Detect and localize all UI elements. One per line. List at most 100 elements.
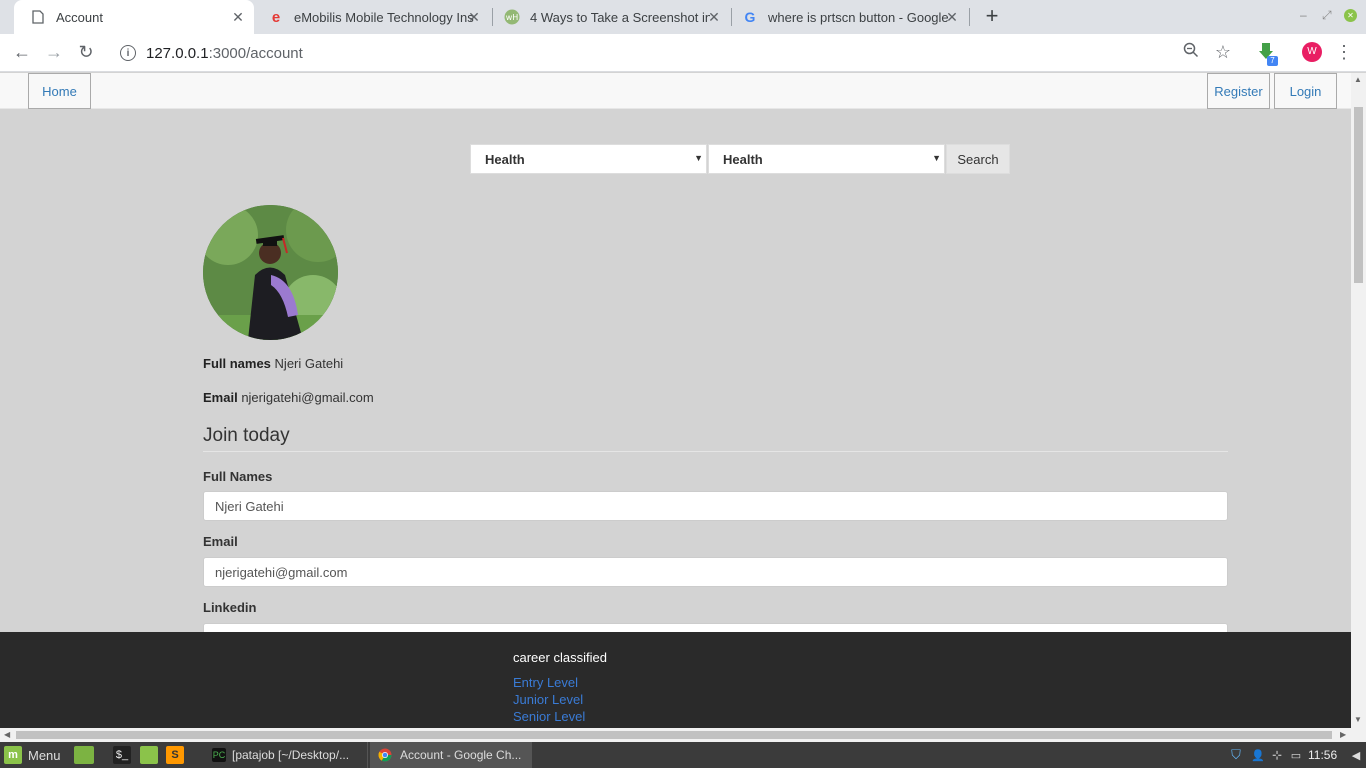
battery-icon: ▭ [1290,749,1302,762]
shield-tray-icon[interactable]: ⛉ [1227,742,1245,768]
google-icon: G [744,9,756,25]
tab-separator [969,8,970,26]
close-icon[interactable]: ✕ [230,9,246,26]
battery-tray-icon[interactable]: ▭ [1287,742,1305,768]
zoom-icon[interactable] [1181,42,1201,64]
forward-arrow-icon[interactable]: → [43,42,65,62]
footer-link-entry[interactable]: Entry Level [513,675,578,690]
email-label: Email [203,390,238,405]
email-value: njerigatehi@gmail.com [241,390,374,405]
close-icon[interactable]: ✕ [706,9,722,26]
menu-dots-icon[interactable]: ⋮ [1334,42,1354,62]
tab-separator [492,8,493,26]
wikihow-icon: wH [504,9,520,25]
taskbar-window-label: [patajob [~/Desktop/... [232,748,350,762]
chevron-down-icon: ▼ [932,153,941,163]
terminal-launcher[interactable]: $_ [113,742,131,768]
email-input[interactable]: njerigatehi@gmail.com [203,557,1228,587]
url-host: 127.0.0.1 [146,44,209,62]
scroll-up-arrow-icon[interactable]: ▲ [1354,75,1362,84]
tab-strip: Account ✕ e eMobilis Mobile Technology I… [0,0,1366,34]
taskbar-clock: 11:56 [1308,748,1338,762]
horizontal-scrollbar[interactable]: ◀ ▶ [0,728,1366,742]
select-value: Health [485,151,525,167]
vertical-scrollbar[interactable]: ▲ ▼ [1351,73,1366,728]
footer-link-junior[interactable]: Junior Level [513,692,583,707]
window-close-icon[interactable]: ✕ [1344,9,1357,22]
menu-label: Menu [28,747,61,763]
page-viewport: Home Register Login Health ▼ Health ▼ Se… [0,73,1351,728]
category-select-1[interactable]: Health ▼ [470,144,707,174]
horizontal-scroll-thumb[interactable] [16,731,1332,739]
back-arrow-icon[interactable]: ← [11,42,33,62]
terminal-icon: $_ [113,746,131,764]
folder-icon [140,746,158,764]
tab-separator [731,8,732,26]
tab-google[interactable]: G where is prtscn button - Google ✕ [734,0,968,34]
chevron-down-icon: ▼ [694,153,703,163]
register-link[interactable]: Register [1207,73,1270,109]
tab-title: where is prtscn button - Google [768,9,948,25]
scroll-left-arrow-icon[interactable]: ◀ [4,730,10,739]
mint-logo-icon: m [4,746,22,764]
tab-account[interactable]: Account ✕ [14,0,254,34]
profile-avatar[interactable]: W [1302,42,1322,62]
close-icon[interactable]: ✕ [944,9,960,26]
os-taskbar: m Menu $_ S PC [patajob [~/Desktop/... A… [0,742,1366,768]
new-tab-plus-icon[interactable]: + [982,5,1002,27]
minimize-icon[interactable]: – [1300,8,1307,22]
taskbar-window-chrome[interactable]: Account - Google Ch... [370,742,532,768]
files-launcher[interactable] [140,742,158,768]
page-icon [30,9,46,25]
address-bar[interactable]: i 127.0.0.1:3000/account [110,38,1210,68]
tab-title: Account [56,9,103,25]
login-link[interactable]: Login [1274,73,1337,109]
taskbar-window-pycharm[interactable]: PC [patajob [~/Desktop/... [206,742,368,768]
svg-text:wH: wH [506,13,519,22]
search-button[interactable]: Search [946,144,1010,174]
chrome-icon [376,746,394,764]
taskbar-window-label: Account - Google Ch... [400,748,522,762]
profile-photo [203,205,338,340]
profile-email: Email njerigatehi@gmail.com [203,390,374,405]
sublime-text-icon: S [166,746,184,764]
user-tray-icon[interactable]: 👤 [1249,742,1267,768]
footer-link-senior[interactable]: Senior Level [513,709,585,724]
home-link[interactable]: Home [28,73,91,109]
show-desktop-launcher[interactable] [74,742,94,768]
full-names-field-label: Full Names [203,469,273,484]
site-navbar: Home Register Login [0,73,1351,109]
scroll-down-arrow-icon[interactable]: ▼ [1354,715,1362,724]
site-footer: career classified Entry Level Junior Lev… [0,632,1351,728]
tab-title: eMobilis Mobile Technology Ins [294,9,474,25]
join-heading: Join today [203,425,290,446]
bookmark-star-icon[interactable]: ☆ [1213,42,1233,62]
tab-title: 4 Ways to Take a Screenshot in [530,9,710,25]
full-names-input[interactable]: Njeri Gatehi [203,491,1228,521]
volume-tray-icon[interactable]: ◀ [1350,742,1362,768]
tab-emobilis[interactable]: e eMobilis Mobile Technology Ins ✕ [262,0,490,34]
restore-icon[interactable]: ⤢ [1322,8,1332,23]
close-icon[interactable]: ✕ [466,9,482,26]
extension-badge: 7 [1267,56,1278,66]
start-menu[interactable]: m Menu [4,742,61,768]
vertical-scroll-thumb[interactable] [1354,107,1363,283]
sublime-launcher[interactable]: S [166,742,184,768]
shield-icon: ⛉ [1231,747,1241,762]
site-info-icon[interactable]: i [120,45,136,61]
tab-screenshot[interactable]: wH 4 Ways to Take a Screenshot in ✕ [496,0,730,34]
select-value: Health [723,151,763,167]
user-icon: 👤 [1251,749,1265,762]
reload-icon[interactable]: ↻ [75,42,97,62]
volume-icon: ◀ [1351,749,1361,762]
linkedin-field-label: Linkedin [203,600,257,615]
category-select-2[interactable]: Health ▼ [708,144,945,174]
email-field-label: Email [203,534,238,549]
scroll-right-arrow-icon[interactable]: ▶ [1340,730,1346,739]
network-tray-icon[interactable]: ⊹ [1268,742,1286,768]
profile-full-names: Full names Njeri Gatehi [203,356,343,371]
pycharm-icon: PC [212,748,226,762]
full-names-label: Full names [203,356,271,371]
url-path: :3000/account [208,44,303,62]
desktop-icon [74,746,94,764]
